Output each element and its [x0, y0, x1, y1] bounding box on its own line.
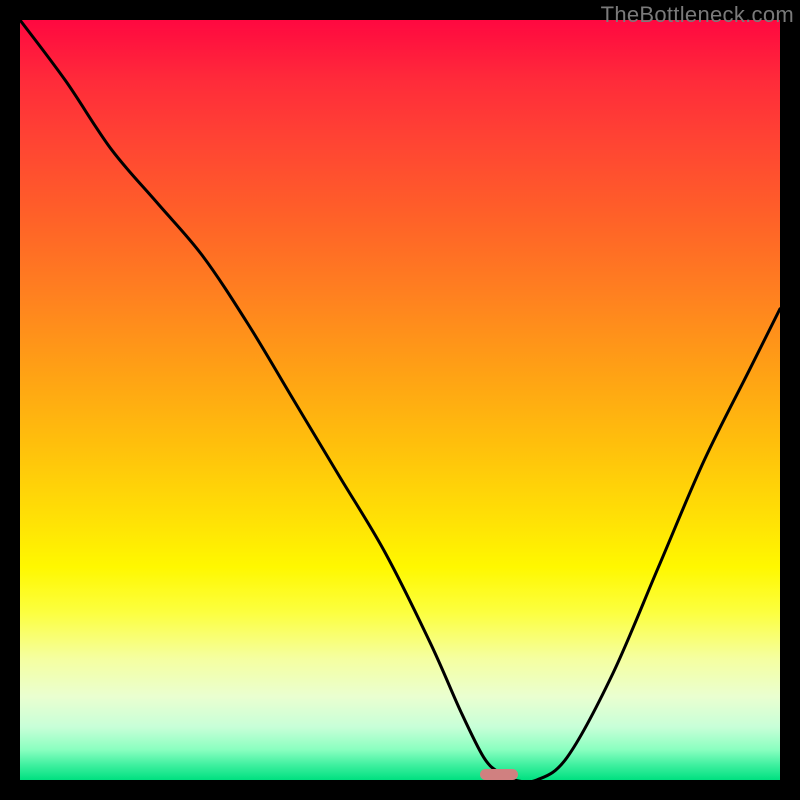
watermark-text: TheBottleneck.com: [601, 2, 794, 28]
chart-svg: [20, 20, 780, 780]
bottleneck-curve: [20, 20, 780, 780]
optimal-point-marker: [480, 769, 518, 780]
